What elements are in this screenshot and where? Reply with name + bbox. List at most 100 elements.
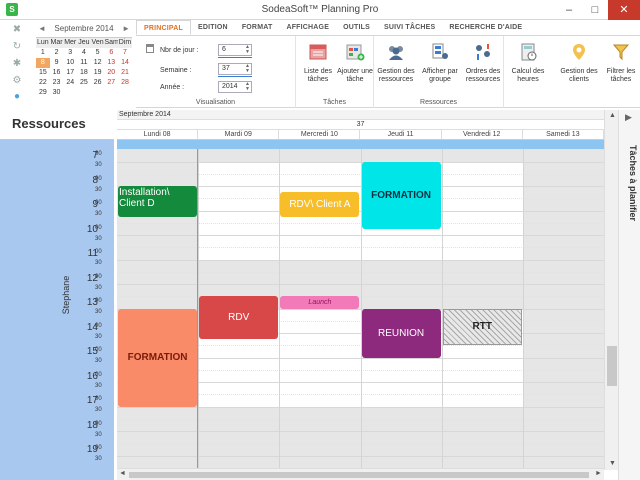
tasks-to-plan-panel[interactable]: ▶ Tâches à planifier (618, 110, 640, 480)
mini-calendar-day[interactable]: 16 (50, 68, 64, 78)
appt-rtt[interactable]: RTT (442, 308, 522, 346)
horizontal-scroll-thumb[interactable] (129, 472, 589, 478)
minute-label: 00 (95, 396, 102, 402)
day-header[interactable]: Vendredi 12 (442, 130, 523, 139)
mini-calendar-day[interactable]: 23 (50, 78, 64, 88)
tab-format[interactable]: FORMAT (235, 20, 280, 35)
appt-reunion[interactable]: REUNION (361, 308, 441, 358)
tab-suivi-t-ches[interactable]: SUIVI TÂCHES (377, 20, 442, 35)
mini-calendar-day[interactable]: 1 (36, 48, 50, 58)
scroll-right-icon[interactable]: ► (595, 470, 602, 477)
mini-calendar-day[interactable]: 26 (91, 78, 105, 88)
mini-calendar-day[interactable]: 8 (36, 58, 50, 68)
horizontal-scrollbar[interactable]: ◄ ► (117, 468, 604, 480)
mini-calendar-day[interactable]: 15 (36, 68, 50, 78)
mini-calendar-day[interactable]: 5 (91, 48, 105, 58)
next-month-icon[interactable]: ► (122, 23, 130, 35)
tab-principal[interactable]: PRINCIPAL (136, 20, 192, 35)
day-header[interactable]: Jeudi 11 (360, 130, 442, 139)
clients-button[interactable]: Gestion des clients (560, 42, 598, 84)
tab-affichage[interactable]: AFFICHAGE (279, 20, 336, 35)
day-header[interactable]: Samedi 13 (523, 130, 604, 139)
mini-calendar-day[interactable]: 30 (50, 88, 64, 98)
mini-calendar-day[interactable]: 22 (36, 78, 50, 88)
mini-calendar-day[interactable]: 21 (118, 68, 132, 78)
mini-calendar-day[interactable]: 11 (77, 58, 91, 68)
calendar-grid[interactable]: Installation\ Client D FORMATION RDV RDV\ C… (117, 149, 604, 470)
mini-calendar-day[interactable]: 28 (118, 78, 132, 88)
dot-icon[interactable]: ● (10, 90, 24, 104)
mini-calendar-day[interactable]: 29 (36, 88, 50, 98)
mini-calendar-day[interactable]: 4 (77, 48, 91, 58)
minute-label: 30 (95, 382, 102, 389)
mini-calendar-day[interactable]: 18 (77, 68, 91, 78)
settings-icon[interactable]: ✱ (10, 57, 24, 71)
close-button[interactable]: ✕ (608, 0, 640, 20)
annee-input[interactable]: 2014 ▲ ▼ (218, 81, 252, 93)
mini-calendar-day[interactable]: 12 (91, 58, 105, 68)
mini-calendar-day[interactable]: 7 (118, 48, 132, 58)
mini-calendar-day[interactable]: 27 (104, 78, 118, 88)
appt-rdv-client-a[interactable]: RDV\ Client A (280, 192, 360, 217)
vertical-scroll-thumb[interactable] (607, 346, 617, 386)
day-header[interactable]: Mardi 09 (198, 130, 280, 139)
prev-month-icon[interactable]: ◄ (38, 23, 46, 35)
mini-calendar-day[interactable]: 6 (104, 48, 118, 58)
scroll-up-icon[interactable]: ▲ (609, 112, 616, 119)
nb-jour-input[interactable]: 6 ▲ ▼ (218, 44, 252, 56)
mini-calendar-day[interactable]: 3 (63, 48, 77, 58)
mini-calendar-day[interactable]: 25 (77, 78, 91, 88)
minute-label: 00 (95, 347, 102, 353)
tab-recherche-d-aide[interactable]: RECHERCHE D'AIDE (442, 20, 529, 35)
mini-calendar-day[interactable]: 9 (50, 58, 64, 68)
group-view-button[interactable]: Afficher par groupe (420, 42, 460, 84)
all-day-row[interactable] (117, 140, 604, 149)
refresh-icon[interactable]: ↻ (10, 40, 24, 54)
resource-name[interactable]: Stephane (61, 265, 71, 325)
add-task-button[interactable]: Ajouter une tâche (336, 42, 374, 84)
title-bar: S SodeaSoft™ Planning Pro – □ ✕ (0, 0, 640, 20)
calendar-day-headers: Lundi 08 Mardi 09 Mercredi 10 Jeudi 11 Vendr… (117, 130, 604, 140)
mini-calendar-day[interactable]: 13 (104, 58, 118, 68)
mini-calendar-day[interactable]: 14 (118, 58, 132, 68)
mini-calendar-day[interactable]: 20 (104, 68, 118, 78)
clients-icon (573, 44, 585, 60)
appt-installation[interactable]: Installation\ Client D (118, 186, 198, 217)
minimize-button[interactable]: – (556, 0, 582, 20)
close-icon[interactable]: ✖ (10, 23, 24, 37)
nb-jour-label: Nbr de jour : (160, 47, 199, 54)
appt-formation-lundi[interactable]: FORMATION (118, 308, 198, 407)
task-list-label: Liste des tâches (303, 68, 333, 83)
pin-icon[interactable]: ▶ (625, 112, 632, 123)
resources-button[interactable]: Gestion des ressources (374, 42, 418, 84)
maximize-button[interactable]: □ (582, 0, 608, 20)
mini-calendar-day[interactable]: 19 (91, 68, 105, 78)
appt-rdv-mardi[interactable]: RDV (199, 296, 279, 340)
calendar-month: Septembre 2014 (117, 110, 604, 120)
resource-order-button[interactable]: Ordres des ressources (462, 42, 504, 84)
mini-calendar-day[interactable]: 10 (63, 58, 77, 68)
minute-label: 30 (95, 284, 102, 291)
hours-calc-button[interactable]: Calcul des heures (508, 42, 548, 84)
minute-label: 30 (95, 358, 102, 364)
appt-launch[interactable]: Launch (280, 296, 360, 309)
ressources-group: Gestion des ressources Afficher par grou… (374, 36, 504, 108)
vertical-scrollbar[interactable]: ▲ ▼ (604, 110, 618, 470)
appointment-label: FORMATION (127, 352, 188, 363)
mini-calendar-day[interactable]: 17 (63, 68, 77, 78)
task-list-button[interactable]: Liste des tâches (300, 42, 336, 84)
appt-formation-jeudi[interactable]: FORMATION (361, 161, 441, 229)
tab-outils[interactable]: OUTILS (336, 20, 377, 35)
order-icon (476, 44, 490, 60)
day-header[interactable]: Mercredi 10 (279, 130, 361, 139)
day-header[interactable]: Lundi 08 (117, 130, 199, 139)
scroll-down-icon[interactable]: ▼ (609, 460, 616, 467)
scroll-left-icon[interactable]: ◄ (119, 470, 126, 477)
tab-edition[interactable]: EDITION (191, 20, 235, 35)
mini-calendar-day[interactable]: 2 (50, 48, 64, 58)
calendar-view: Septembre 2014 37 Lundi 08 Mardi 09 Mercre… (117, 110, 604, 470)
tools-icon[interactable]: ⚙ (10, 74, 24, 88)
semaine-input[interactable]: 37 ▲ ▼ (218, 63, 252, 75)
filter-tasks-button[interactable]: Filtrer les tâches (604, 42, 638, 84)
mini-calendar-day[interactable]: 24 (63, 78, 77, 88)
